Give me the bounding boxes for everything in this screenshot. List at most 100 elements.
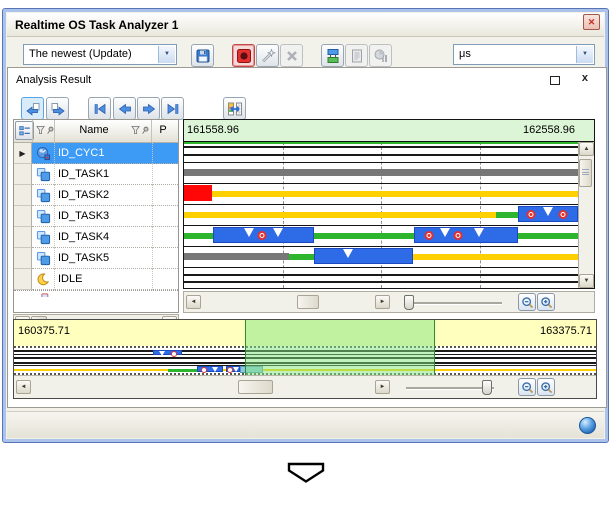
task-name: IDLE [54,269,152,290]
idle-icon [32,269,54,290]
task-icon [32,248,54,269]
timeline-plot[interactable] [184,142,578,288]
zoom-out-button[interactable] [518,378,536,396]
timeline-row-IDLE[interactable] [184,268,578,288]
pick-button[interactable] [256,44,279,67]
overview-viewport[interactable] [245,320,435,375]
priority-cell [152,164,178,185]
timeline-row-ID_CYC1[interactable] [184,142,578,163]
scroll-thumb[interactable] [238,380,273,394]
next-view-button[interactable] [46,97,69,120]
row-selector[interactable] [14,185,32,206]
triangle-marker-icon [233,367,239,372]
task-table: Name P ▶ID_CYC1ID_TASK1ID_TASK2ID_TASK3I… [13,119,179,313]
table-row[interactable]: ID_TASK1 [14,164,178,185]
panel-header[interactable]: Analysis Result x [8,68,606,90]
zoom-slider-thumb[interactable] [404,295,414,310]
panel-title: Analysis Result [16,74,91,86]
panel-close-button[interactable]: x [582,72,588,84]
timeline-row-ID_TASK3[interactable] [184,205,578,226]
priority-column-header[interactable]: P [151,124,175,136]
row-selector[interactable] [14,248,32,269]
segment-blue-mbar [153,350,182,355]
scroll-left-icon[interactable]: ◄ [16,380,31,394]
table-row[interactable]: ID_TASK5 [14,248,178,269]
close-icon: ✕ [588,17,596,28]
transition-view-button[interactable] [321,44,344,67]
status-orb-icon [579,417,596,434]
table-row[interactable]: IDLE [14,269,178,290]
zoom-slider[interactable] [406,387,494,390]
scroll-right-icon[interactable]: ► [375,295,390,309]
segment-black-line [184,281,578,283]
scroll-thumb[interactable] [579,159,592,187]
scroll-thumb[interactable] [297,295,319,309]
filter-pin-icon[interactable] [36,125,56,136]
row-selector[interactable] [14,206,32,227]
wand-icon [260,48,276,64]
zoom-in-icon [539,295,554,310]
table-row[interactable]: ID_TASK3 [14,206,178,227]
chevron-down-icon[interactable]: ▼ [158,46,175,63]
timeline-scroll-row: ◄ ► [183,291,595,313]
window-close-button[interactable]: ✕ [583,14,600,30]
window-titlebar[interactable]: Realtime OS Task Analyzer 1 [7,13,604,37]
go-first-button[interactable] [88,97,111,120]
timeline-row-ID_TASK4[interactable] [184,226,578,247]
scroll-down-icon[interactable]: ▼ [579,274,594,288]
segment-blue-block [414,227,518,243]
segment-yellow-bar [212,191,578,197]
scroll-right-icon[interactable]: ► [375,380,390,394]
scroll-up-icon[interactable]: ▲ [579,142,594,156]
scroll-left-icon[interactable]: ◄ [186,295,201,309]
timeline-row-ID_TASK2[interactable] [184,184,578,205]
zoom-in-button[interactable] [537,378,555,396]
unit-dropdown[interactable]: μs ▼ [453,44,595,65]
zoom-out-icon [520,295,535,310]
zoom-in-button[interactable] [537,293,555,311]
prev-view-icon [25,101,41,117]
segment-green-bar [518,233,578,239]
table-row[interactable]: ID_TASK4 [14,227,178,248]
timeline-row-ID_TASK1[interactable] [184,163,578,184]
filter-pin-icon[interactable] [131,125,151,136]
go-last-button[interactable] [161,97,184,120]
go-forward-button[interactable] [137,97,160,120]
row-selector[interactable]: ▶ [14,143,32,164]
name-column-header[interactable]: Name [54,124,134,136]
table-row[interactable]: ▶ID_CYC1 [14,143,178,164]
task-name: ID_TASK3 [54,206,152,227]
timeline-chart: 161558.96 162558.96 ▲ ▼ [183,119,595,289]
segment-green-line [184,142,578,144]
row-selector[interactable] [14,269,32,290]
save-button[interactable] [191,44,214,67]
table-row[interactable]: ID_TASK2 [14,185,178,206]
row-selector[interactable] [14,164,32,185]
task-icon [32,164,54,185]
zoom-slider-thumb[interactable] [482,380,492,395]
timeline-vscrollbar[interactable]: ▲ ▼ [578,142,594,288]
floppy-icon [195,48,211,64]
task-icon [32,206,54,227]
swap-view-button[interactable] [223,97,246,120]
row-selector[interactable] [14,227,32,248]
segment-blue-block [213,227,314,243]
table-header[interactable]: Name P [14,120,178,143]
float-icon[interactable] [550,76,560,85]
go-back-button[interactable] [113,97,136,120]
next-view-icon [50,101,66,117]
chevron-down-icon[interactable]: ▼ [576,46,593,63]
statistics-button [369,44,392,67]
zoom-out-button[interactable] [518,293,536,311]
zoom-slider[interactable] [406,302,502,305]
segment-green-bar [184,233,213,239]
triangle-marker-icon [474,228,484,237]
priority-cell [152,248,178,269]
segment-red-block [184,185,212,201]
priority-cell [152,206,178,227]
history-dropdown[interactable]: The newest (Update) ▼ [23,44,177,65]
prev-view-button[interactable] [21,97,44,120]
target-marker-icon [453,231,462,240]
record-button[interactable] [232,44,255,67]
timeline-row-ID_TASK5[interactable] [184,247,578,268]
